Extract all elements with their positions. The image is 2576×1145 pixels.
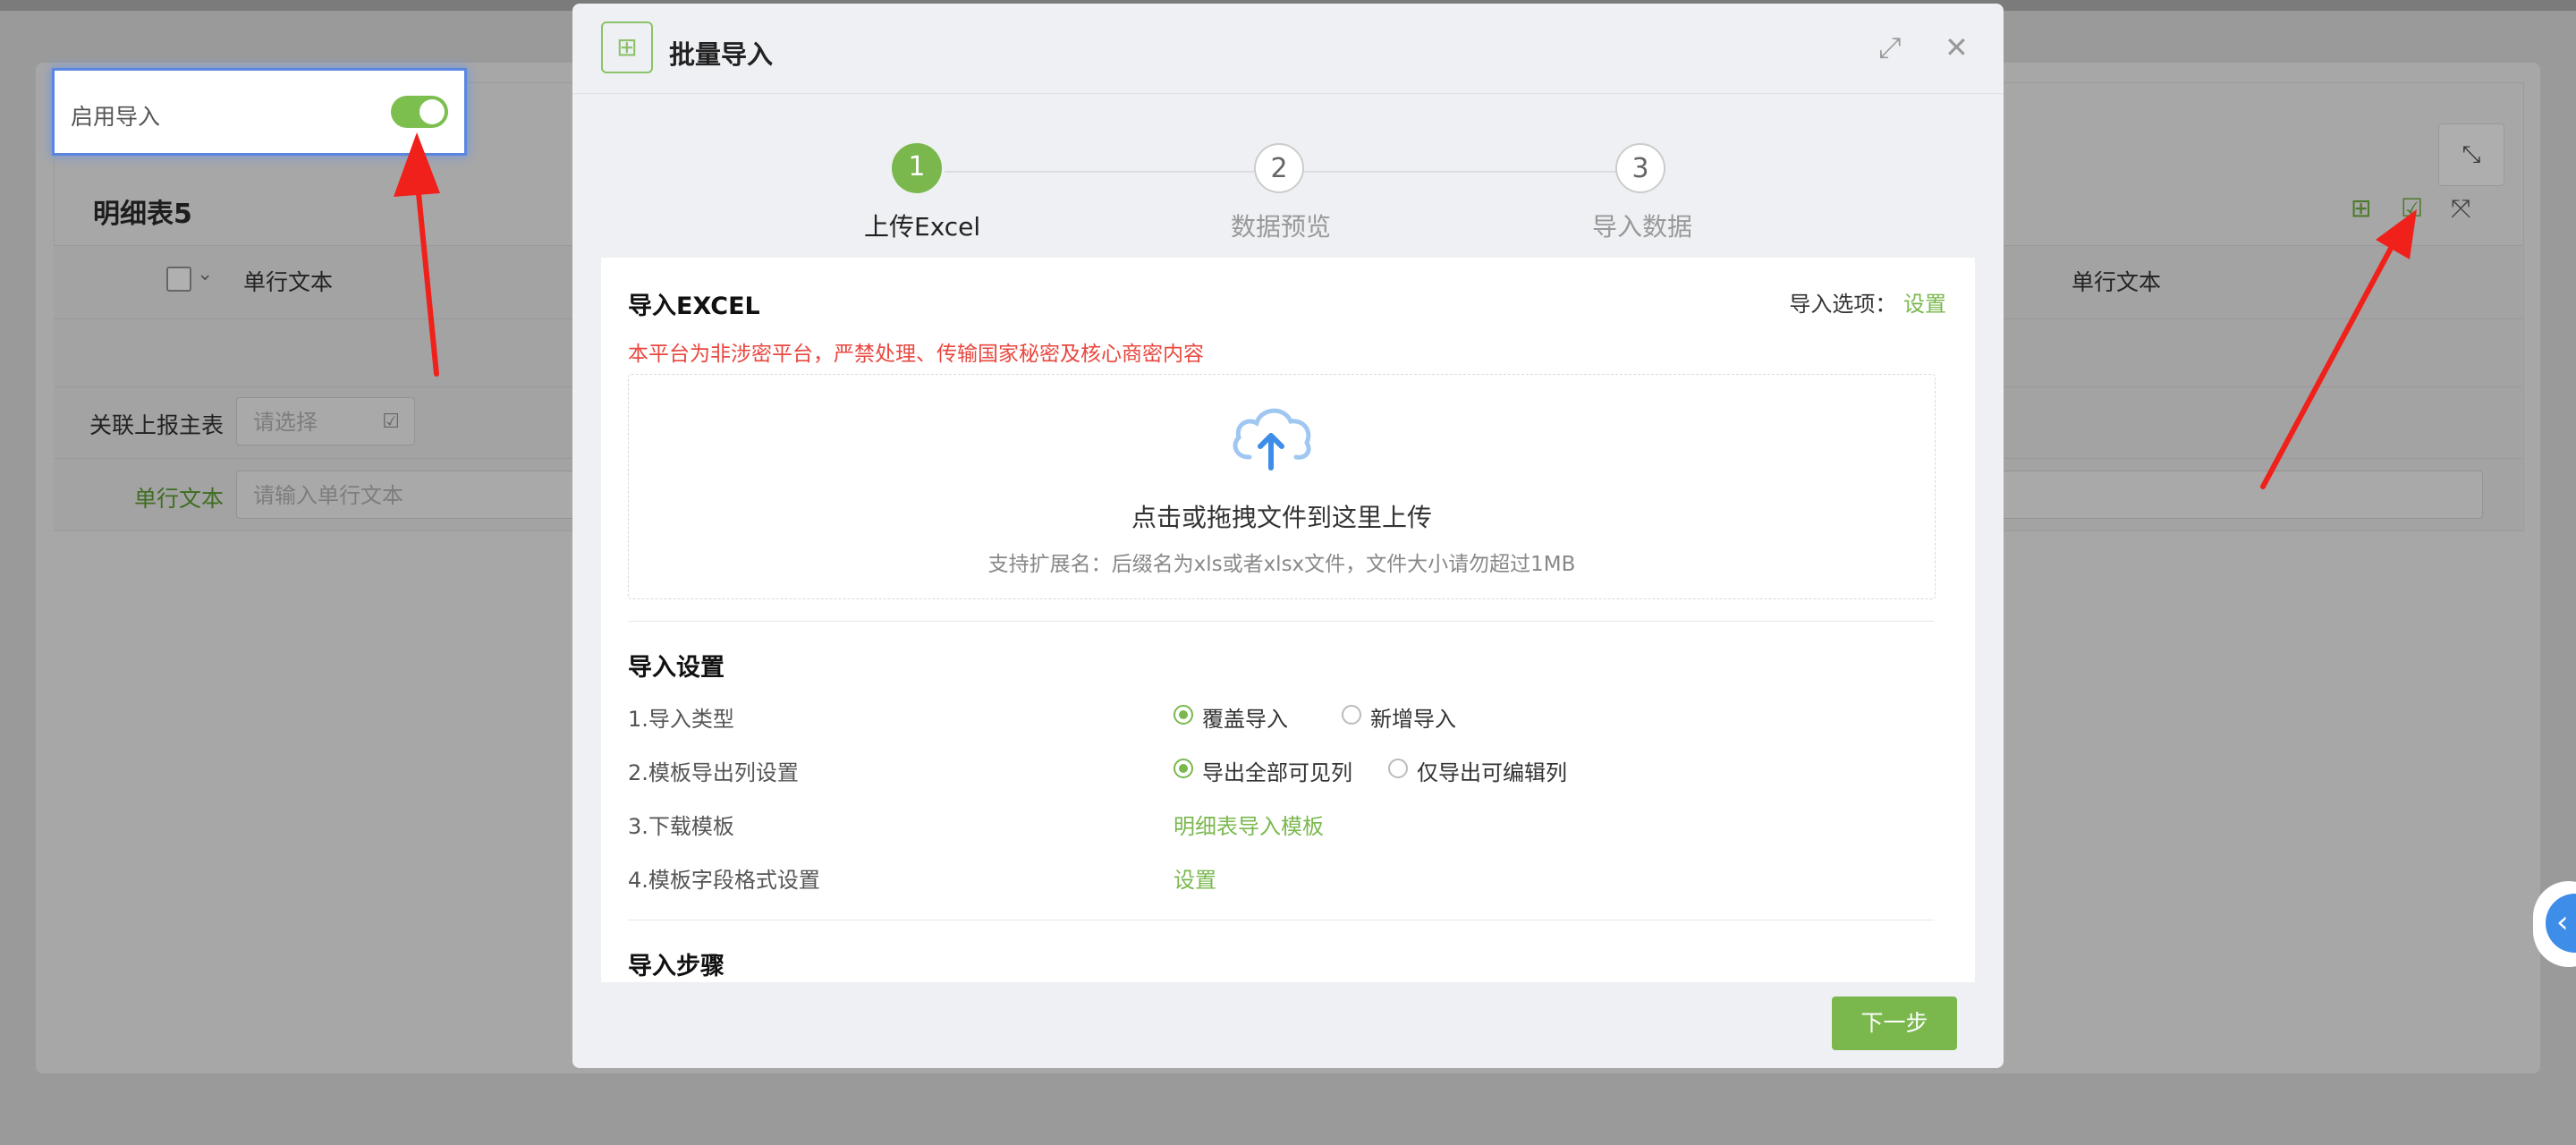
- download-template-link[interactable]: 明细表导入模板: [1174, 809, 1324, 840]
- text-field-label: 单行文本: [134, 486, 225, 512]
- import-steps-title: 导入步骤: [628, 953, 724, 980]
- text-input-placeholder: 请输入单行文本: [253, 483, 403, 508]
- chevron-down-icon[interactable]: ⌄: [197, 263, 213, 285]
- import-options-settings-link[interactable]: 设置: [1903, 292, 1946, 317]
- column-header: 单行文本: [2072, 269, 2162, 295]
- field-format-settings-link[interactable]: 设置: [1174, 862, 1216, 894]
- related-report-label: 关联上报主表: [89, 412, 225, 438]
- add-icon[interactable]: ⊞: [2351, 193, 2371, 223]
- excel-import-icon: ⊞: [601, 21, 653, 73]
- security-warning: 本平台为非涉密平台，严禁处理、传输国家秘密及核心商密内容: [628, 343, 1204, 366]
- toggle-knob: [419, 99, 445, 124]
- dropzone-title: 点击或拖拽文件到这里上传: [1131, 503, 1432, 532]
- download-template-label: 3.下载模板: [628, 814, 734, 839]
- next-step-button[interactable]: 下一步: [1832, 997, 1957, 1050]
- dropzone-hint: 支持扩展名：后缀名为xls或者xlsx文件，文件大小请勿超过1MB: [987, 553, 1576, 576]
- dialog-header: ⊞ 批量导入 ⤢ ✕: [572, 4, 2004, 94]
- append-import-radio[interactable]: [1342, 705, 1361, 725]
- step-1-label: 上传Excel: [864, 212, 981, 242]
- step-connector: [945, 171, 1254, 173]
- field-format-label: 4.模板字段格式设置: [628, 868, 820, 893]
- step-2-circle: 2: [1254, 143, 1304, 193]
- append-import-label[interactable]: 新增导入: [1370, 701, 1456, 733]
- close-icon[interactable]: ✕: [1945, 30, 1969, 64]
- step-2-label: 数据预览: [1231, 212, 1332, 242]
- table-title: 明细表5: [93, 199, 192, 230]
- chevron-left-icon: ‹: [2546, 894, 2576, 953]
- related-report-select[interactable]: 请选择 ☑: [236, 397, 415, 445]
- batch-import-dialog: ⊞ 批量导入 ⤢ ✕ 1 2 3 上传Excel 数据预览 导入数据 导入EXC…: [572, 4, 2004, 1068]
- fullscreen-icon[interactable]: ⤡: [2438, 123, 2504, 186]
- step-1-circle: 1: [892, 143, 942, 193]
- import-type-label: 1.导入类型: [628, 707, 734, 732]
- upload-panel: 导入EXCEL 导入选项： 设置 本平台为非涉密平台，严禁处理、传输国家秘密及核…: [601, 258, 1975, 982]
- import-excel-title: 导入EXCEL: [628, 293, 760, 320]
- dialog-title: 批量导入: [669, 39, 774, 70]
- template-columns-label: 2.模板导出列设置: [628, 760, 799, 785]
- export-all-visible-label[interactable]: 导出全部可见列: [1202, 755, 1352, 786]
- expand-icon[interactable]: ⤢: [1878, 30, 1902, 65]
- export-editable-radio[interactable]: [1388, 759, 1408, 778]
- step-connector: [1304, 171, 1619, 173]
- step-3-label: 导入数据: [1592, 212, 1693, 242]
- enable-import-label: 启用导入: [71, 104, 161, 130]
- upload-cloud-icon: [1233, 408, 1311, 471]
- related-report-placeholder: 请选择: [253, 410, 318, 435]
- overwrite-import-label[interactable]: 覆盖导入: [1202, 701, 1288, 733]
- column-header: 单行文本: [243, 269, 334, 295]
- import-options: 导入选项： 设置: [1789, 286, 1946, 318]
- import-settings-title: 导入设置: [628, 654, 724, 682]
- divider: [628, 621, 1934, 622]
- select-icon: ☑: [382, 411, 400, 433]
- enable-import-toggle[interactable]: [391, 96, 448, 128]
- step-3-circle: 3: [1615, 143, 1665, 193]
- export-editable-label[interactable]: 仅导出可编辑列: [1417, 755, 1567, 786]
- enable-import-card: 启用导入: [52, 68, 467, 156]
- select-all-checkbox[interactable]: [166, 267, 191, 292]
- collapse-icon[interactable]: ⤧: [2451, 193, 2470, 224]
- overwrite-import-radio[interactable]: [1174, 705, 1193, 725]
- file-dropzone[interactable]: 点击或拖拽文件到这里上传 支持扩展名：后缀名为xls或者xlsx文件，文件大小请…: [628, 374, 1936, 599]
- import-icon[interactable]: ☑: [2401, 193, 2423, 223]
- import-options-label: 导入选项：: [1789, 292, 1897, 317]
- export-all-visible-radio[interactable]: [1174, 759, 1193, 778]
